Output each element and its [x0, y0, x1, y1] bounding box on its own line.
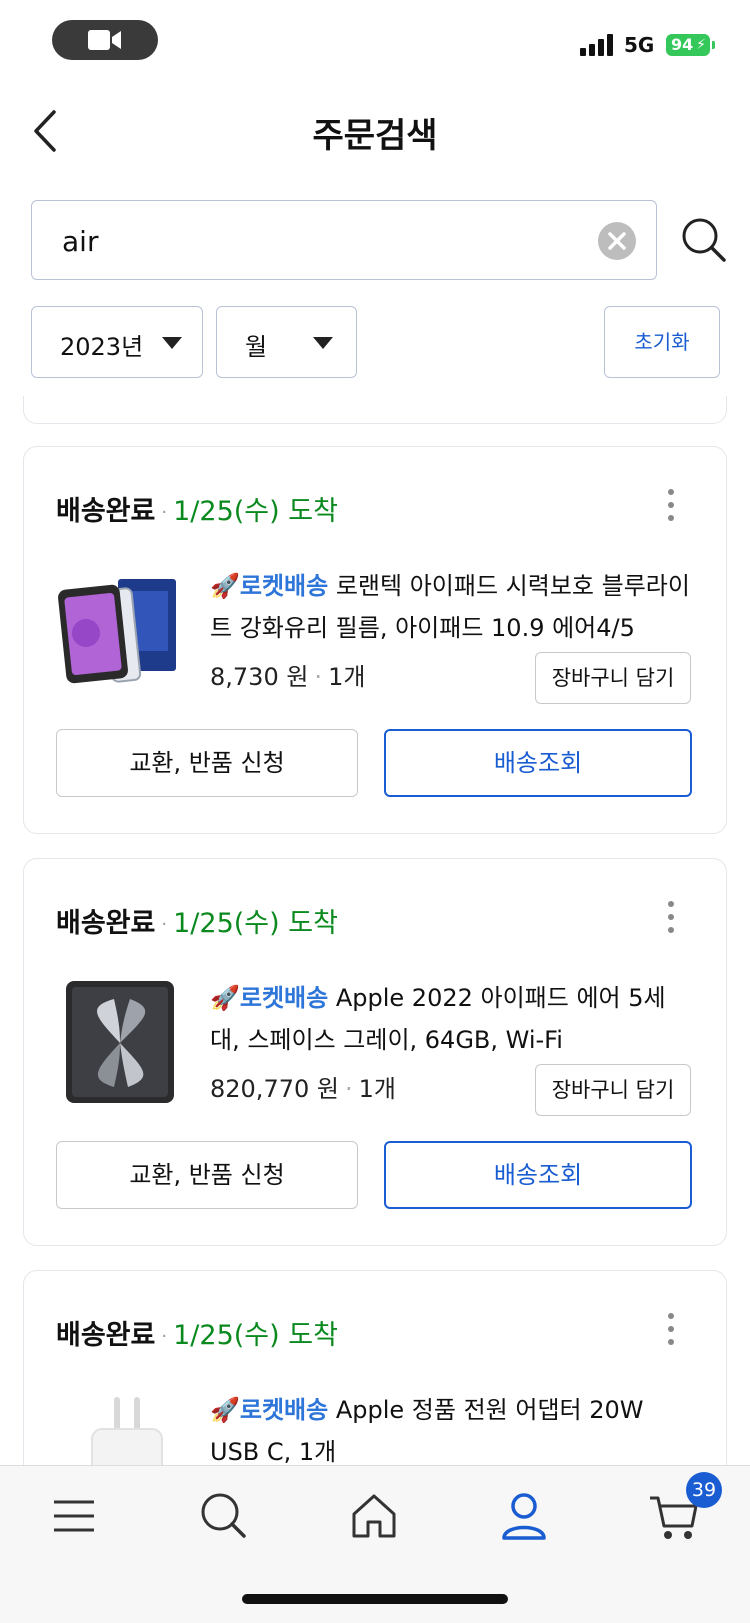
separator-dot: ·	[344, 1075, 353, 1103]
order-status: 배송완료 · 1/25(수) 도착	[56, 489, 338, 528]
video-camera-icon	[88, 30, 121, 50]
previous-order-card-edge	[23, 396, 727, 424]
month-select-value: 월	[245, 333, 268, 361]
year-select-value: 2023년	[60, 333, 144, 361]
year-select[interactable]: 2023년	[31, 306, 203, 378]
cellular-signal-icon	[580, 34, 613, 56]
arrival-date: 1/25(수) 도착	[173, 1320, 338, 1351]
my-account-icon[interactable]	[494, 1486, 554, 1546]
arrival-date: 1/25(수) 도착	[173, 496, 338, 527]
rocket-delivery-badge: 🚀로켓배송	[210, 984, 329, 1012]
product-thumbnail[interactable]	[56, 977, 186, 1107]
home-icon[interactable]	[344, 1486, 404, 1546]
more-options-icon[interactable]	[666, 1313, 676, 1347]
order-card: 배송완료 · 1/25(수) 도착 🚀로켓배송 Apple 2022 아이패드 에어…	[23, 858, 727, 1246]
product-name[interactable]: 🚀로켓배송 Apple 2022 아이패드 에어 5세대, 스페이스 그레이, …	[210, 977, 690, 1061]
clear-search-button[interactable]	[598, 222, 636, 260]
delivery-status: 배송완료	[56, 496, 156, 527]
battery-indicator: 94 ⚡	[666, 34, 715, 56]
price-line: 8,730 원 · 1개	[210, 657, 365, 692]
page-header: 주문검색	[0, 90, 750, 170]
add-to-cart-button[interactable]: 장바구니 담기	[535, 652, 691, 704]
separator-dot: ·	[161, 1326, 168, 1347]
rocket-delivery-badge: 🚀로켓배송	[210, 572, 329, 600]
search-input[interactable]	[62, 221, 582, 261]
exchange-return-button[interactable]: 교환, 반품 신청	[56, 729, 358, 797]
search-field[interactable]	[31, 200, 657, 280]
month-select[interactable]: 월	[216, 306, 357, 378]
track-delivery-button[interactable]: 배송조회	[384, 729, 692, 797]
battery-level: 94	[671, 35, 694, 54]
separator-dot: ·	[161, 502, 168, 523]
track-delivery-button[interactable]: 배송조회	[384, 1141, 692, 1209]
menu-icon[interactable]	[44, 1486, 104, 1546]
product-quantity: 1개	[358, 1075, 396, 1103]
product-thumbnail[interactable]	[56, 565, 186, 695]
rocket-delivery-badge: 🚀로켓배송	[210, 1396, 329, 1424]
exchange-return-button[interactable]: 교환, 반품 신청	[56, 1141, 358, 1209]
separator-dot: ·	[161, 914, 168, 935]
product-price: 8,730 원	[210, 663, 309, 691]
caret-down-icon	[162, 337, 182, 349]
product-quantity: 1개	[328, 663, 366, 691]
page-title: 주문검색	[312, 116, 438, 156]
search-icon[interactable]	[680, 216, 728, 264]
more-options-icon[interactable]	[666, 489, 676, 523]
charging-bolt-icon: ⚡	[696, 37, 706, 53]
product-name[interactable]: 🚀로켓배송 로랜텍 아이패드 시력보호 블루라이트 강화유리 필름, 아이패드 …	[210, 565, 690, 649]
status-bar: 5G 94 ⚡	[0, 0, 750, 80]
home-indicator[interactable]	[242, 1594, 508, 1604]
cart-count-badge: 39	[686, 1472, 722, 1508]
delivery-status: 배송완료	[56, 1320, 156, 1351]
order-card: 배송완료 · 1/25(수) 도착 🚀로켓배송 로랜텍 아이패드 시력보호 블루라이…	[23, 446, 727, 834]
close-icon	[608, 232, 626, 250]
network-type: 5G	[624, 33, 655, 57]
more-options-icon[interactable]	[666, 901, 676, 935]
order-status: 배송완료 · 1/25(수) 도착	[56, 1313, 338, 1352]
separator-dot: ·	[314, 663, 323, 691]
screen-recording-indicator[interactable]	[52, 20, 158, 60]
reset-filters-button[interactable]: 초기화	[604, 306, 720, 378]
price-line: 820,770 원 · 1개	[210, 1069, 396, 1104]
caret-down-icon	[313, 337, 333, 349]
product-price: 820,770 원	[210, 1075, 339, 1103]
delivery-status: 배송완료	[56, 908, 156, 939]
add-to-cart-button[interactable]: 장바구니 담기	[535, 1064, 691, 1116]
search-icon[interactable]	[194, 1486, 254, 1546]
order-status: 배송완료 · 1/25(수) 도착	[56, 901, 338, 940]
product-name[interactable]: 🚀로켓배송 Apple 정품 전원 어댑터 20W USB C, 1개	[210, 1389, 690, 1473]
arrival-date: 1/25(수) 도착	[173, 908, 338, 939]
